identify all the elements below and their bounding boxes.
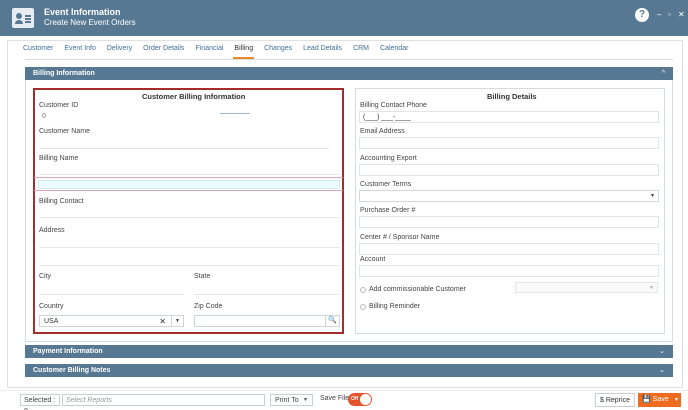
- section-billing-information[interactable]: Billing Information ^: [25, 67, 673, 80]
- help-icon[interactable]: ?: [635, 8, 649, 22]
- billing-reminder-label: Billing Reminder: [369, 303, 420, 310]
- chevron-up-icon[interactable]: ^: [662, 67, 665, 80]
- tab-order-details[interactable]: Order Details: [142, 45, 185, 59]
- customer-id-value: 0: [42, 113, 46, 120]
- billing-name-field[interactable]: [39, 165, 339, 175]
- clear-icon[interactable]: ✕: [159, 316, 166, 327]
- section-title: Billing Information: [33, 70, 95, 77]
- add-commissionable-label: Add commissionable Customer: [369, 286, 466, 293]
- tab-customer[interactable]: Customer: [22, 45, 54, 59]
- purchase-order-label: Purchase Order #: [360, 207, 416, 214]
- app-header: Event Information Create New Event Order…: [0, 0, 688, 36]
- country-select[interactable]: USA ✕ ▼: [39, 315, 184, 327]
- chevron-down-icon[interactable]: ▼: [674, 393, 679, 407]
- section-title: Payment Information: [33, 348, 103, 355]
- accounting-export-label: Accounting Export: [360, 155, 417, 162]
- section-customer-billing-notes[interactable]: Customer Billing Notes ⌄: [25, 364, 673, 377]
- chevron-down-icon[interactable]: ⌄: [659, 345, 665, 358]
- customer-id-label: Customer ID: [39, 102, 79, 109]
- chevron-down-icon[interactable]: ▼: [171, 316, 183, 326]
- tab-financial[interactable]: Financial: [194, 45, 224, 59]
- chevron-down-icon[interactable]: ▼: [303, 395, 308, 406]
- contact-card-icon: [12, 8, 34, 28]
- billing-details-title: Billing Details: [487, 92, 537, 101]
- save-file-label: Save File: [320, 395, 350, 402]
- address-label: Address: [39, 227, 65, 234]
- print-to-select[interactable]: Print To ▼: [270, 394, 313, 406]
- state-label: State: [194, 273, 211, 280]
- customer-terms-label: Customer Terms: [360, 181, 412, 188]
- billing-contact-phone-value: (___) ___-____: [363, 114, 411, 121]
- window-subtitle: Create New Event Orders: [44, 18, 136, 27]
- customer-id-underline: [220, 113, 250, 114]
- customer-id-field: 0: [39, 113, 219, 123]
- highlight-line: [34, 190, 343, 191]
- country-value: USA: [44, 318, 59, 325]
- save-button[interactable]: 💾 Save ▼: [638, 393, 681, 407]
- billing-reminder-checkbox[interactable]: [360, 304, 366, 310]
- billing-contact-label: Billing Contact: [39, 198, 84, 205]
- tab-crm[interactable]: CRM: [352, 45, 370, 59]
- account-input[interactable]: [359, 265, 659, 277]
- account-label: Account: [360, 256, 386, 263]
- section-payment-information[interactable]: Payment Information ⌄: [25, 345, 673, 358]
- city-field[interactable]: [39, 285, 184, 295]
- print-to-label: Print To: [275, 397, 299, 404]
- tab-event-info[interactable]: Event Info: [63, 45, 97, 59]
- window-title: Event Information: [44, 7, 121, 17]
- select-reports-input[interactable]: Select Reports: [62, 394, 265, 406]
- commissionable-customer-select[interactable]: ▼: [515, 282, 658, 293]
- highlight-line: [34, 177, 343, 178]
- save-label: 💾 Save: [642, 396, 669, 403]
- address-line2-field[interactable]: [39, 256, 339, 266]
- save-file-toggle[interactable]: Off: [348, 393, 372, 406]
- purchase-order-input[interactable]: [359, 216, 659, 228]
- customer-name-label: Customer Name: [39, 128, 90, 135]
- tab-delivery[interactable]: Delivery: [106, 45, 133, 59]
- billing-name-label: Billing Name: [39, 155, 79, 162]
- zip-code-input[interactable]: 🔍: [194, 315, 340, 327]
- restore-icon[interactable]: ▫: [668, 10, 671, 19]
- tab-billing[interactable]: Billing: [233, 45, 255, 59]
- chevron-down-icon[interactable]: ▼: [650, 191, 655, 202]
- toggle-state: Off: [351, 396, 359, 402]
- country-label: Country: [39, 303, 64, 310]
- tab-calendar[interactable]: Calendar: [379, 45, 409, 59]
- customer-name-field[interactable]: [39, 139, 329, 149]
- search-icon[interactable]: 🔍: [325, 316, 339, 326]
- tab-bar: Customer Event Info Delivery Order Detai…: [16, 45, 418, 59]
- chevron-down-icon[interactable]: ▼: [649, 283, 654, 293]
- reprice-button[interactable]: $ Reprice: [595, 393, 635, 407]
- email-address-label: Email Address: [360, 128, 405, 135]
- minimize-icon[interactable]: –: [657, 10, 661, 19]
- toggle-knob: [360, 394, 371, 405]
- center-sponsor-label: Center # / Sponsor Name: [360, 234, 440, 241]
- tabs-divider: [25, 59, 673, 60]
- selected-count: Selected : 0: [20, 394, 60, 410]
- tab-lead-details[interactable]: Lead Details: [302, 45, 343, 59]
- city-label: City: [39, 273, 52, 280]
- email-address-input[interactable]: [359, 137, 659, 149]
- center-sponsor-input[interactable]: [359, 243, 659, 255]
- close-icon[interactable]: ✕: [678, 10, 685, 19]
- customer-billing-title: Customer Billing Information: [142, 92, 246, 101]
- state-field[interactable]: [194, 285, 339, 295]
- add-commissionable-checkbox[interactable]: [360, 287, 366, 293]
- section-title: Customer Billing Notes: [33, 367, 111, 374]
- billing-contact-phone-label: Billing Contact Phone: [360, 102, 427, 109]
- billing-name-input[interactable]: [38, 180, 340, 189]
- chevron-down-icon[interactable]: ⌄: [659, 364, 665, 377]
- tab-changes[interactable]: Changes: [263, 45, 293, 59]
- customer-terms-select[interactable]: ▼: [359, 190, 659, 202]
- address-line1-field[interactable]: [39, 238, 339, 248]
- accounting-export-input[interactable]: [359, 164, 659, 176]
- zip-code-label: Zip Code: [194, 303, 223, 310]
- billing-contact-field[interactable]: [39, 208, 339, 218]
